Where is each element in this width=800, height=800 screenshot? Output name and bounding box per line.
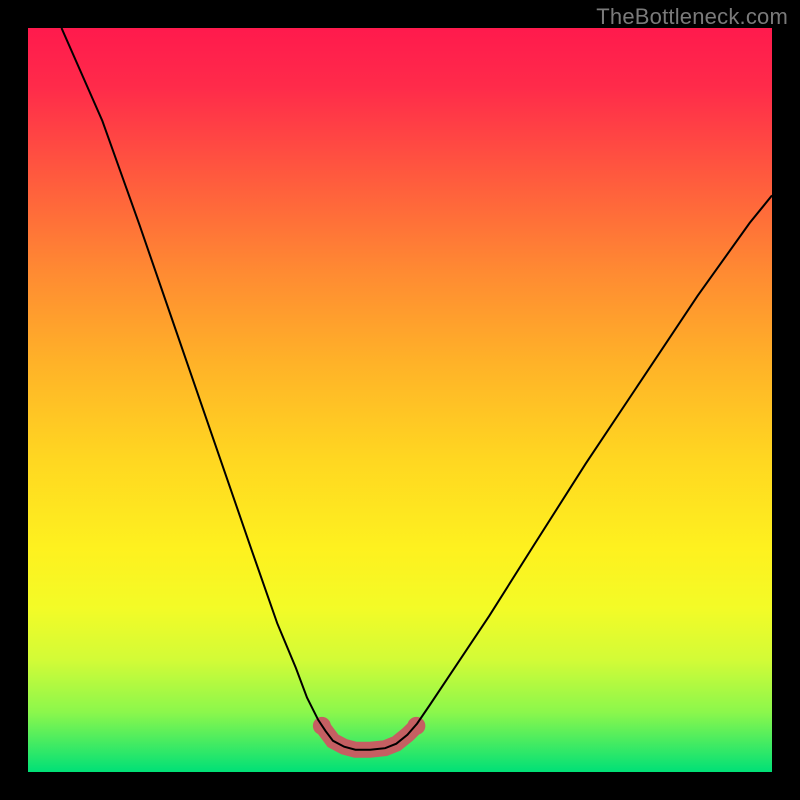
plot-area bbox=[28, 28, 772, 772]
main-curve bbox=[62, 28, 773, 750]
chart-frame: TheBottleneck.com bbox=[0, 0, 800, 800]
watermark-text: TheBottleneck.com bbox=[596, 4, 788, 30]
curve-layer bbox=[28, 28, 772, 772]
